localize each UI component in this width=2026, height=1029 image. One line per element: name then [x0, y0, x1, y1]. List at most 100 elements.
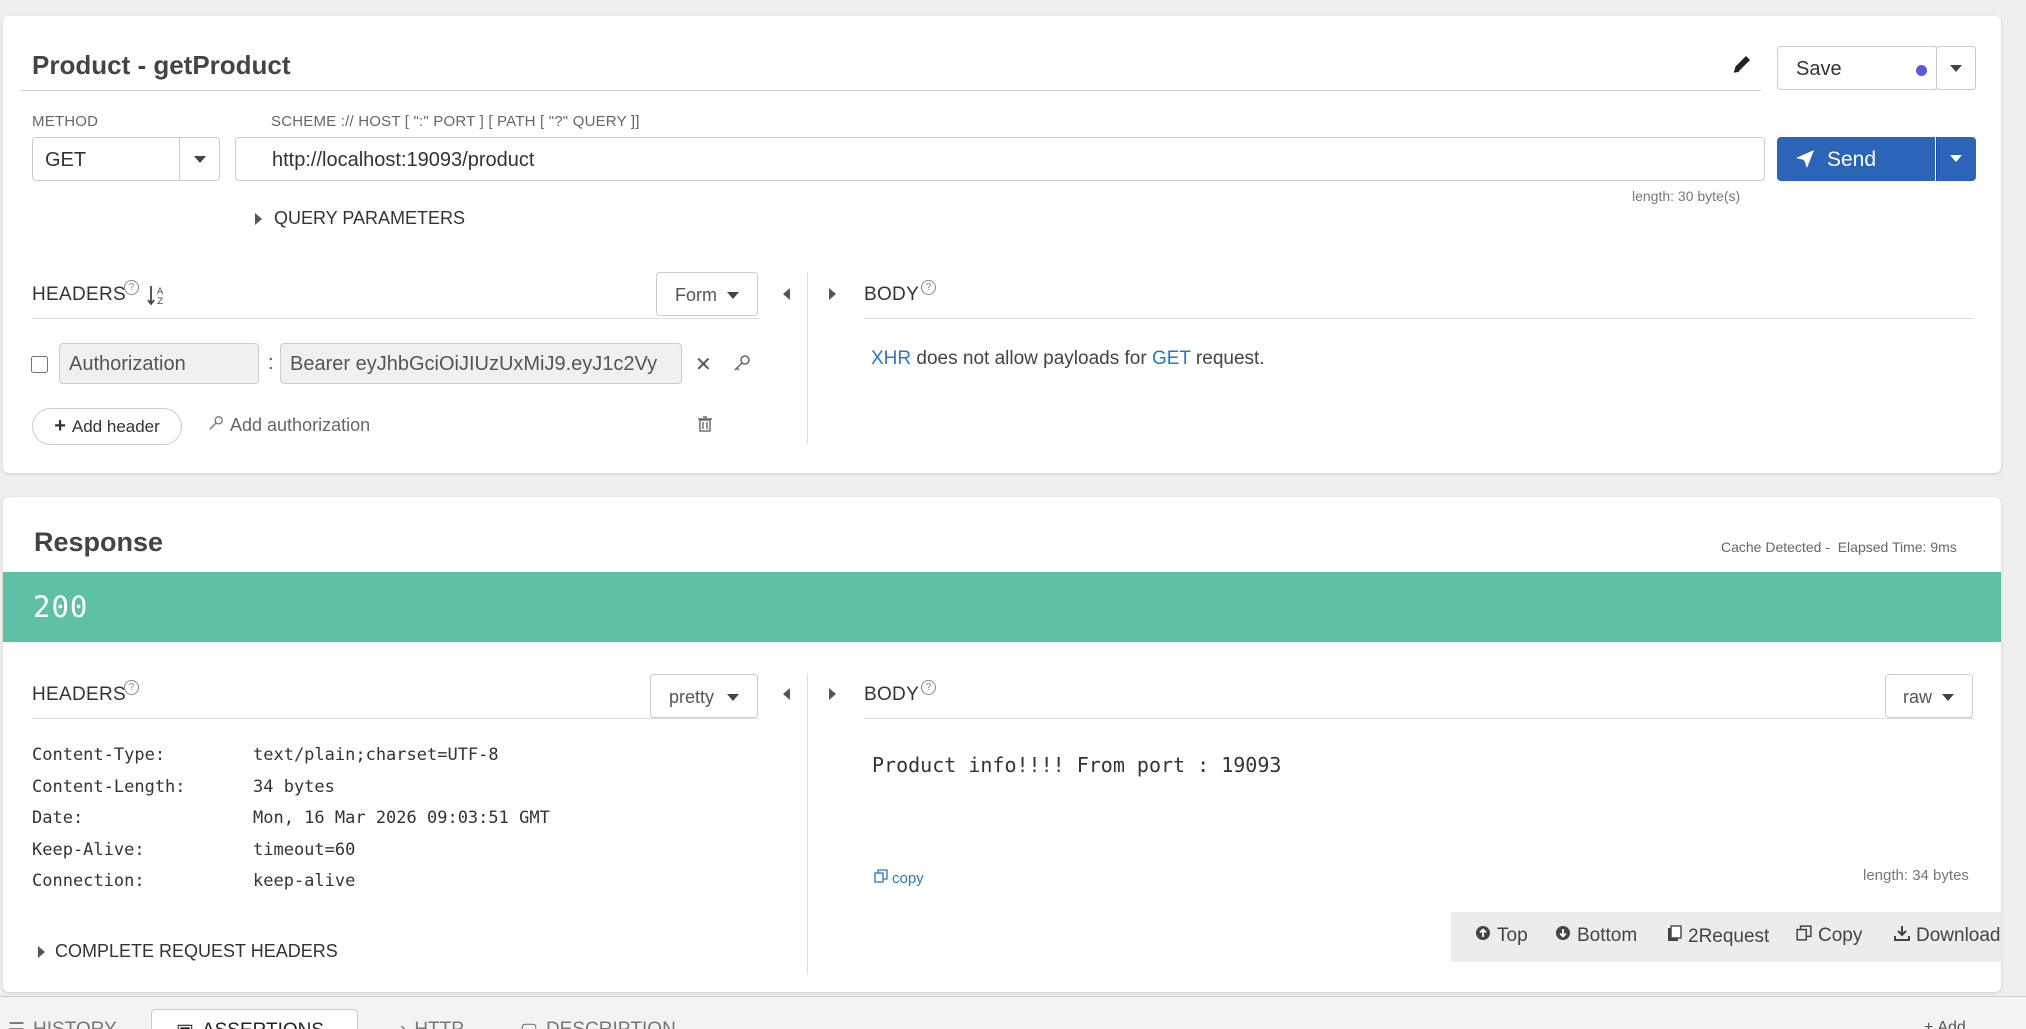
send-button[interactable]: Send [1777, 137, 1935, 181]
response-body-underline [864, 718, 1974, 719]
svg-text:A: A [157, 287, 164, 297]
response-header-row: Content-Type: text/plain;charset=UTF-8 [32, 745, 499, 765]
copy-icon [874, 869, 888, 887]
copy-label: copy [892, 869, 924, 887]
sort-az-icon[interactable]: AZ [147, 284, 167, 311]
body-message-mid: does not allow payloads for [911, 348, 1152, 369]
scroll-top-button[interactable]: Top [1475, 925, 1528, 947]
url-value: http://localhost:19093/product [272, 149, 535, 171]
response-header-value: 34 bytes [253, 777, 335, 797]
response-toolbar: Top Bottom 2Request Copy Download [1451, 912, 2001, 962]
query-parameters-toggle[interactable]: QUERY PARAMETERS [255, 208, 465, 229]
copy-link[interactable]: copy [874, 869, 924, 887]
response-header-value: text/plain;charset=UTF-8 [253, 745, 499, 765]
copy-button[interactable]: Copy [1796, 925, 1862, 947]
response-headers-label: HEADERS [32, 684, 126, 705]
add-header-button[interactable]: + Add header [32, 408, 182, 445]
chevron-down-icon [727, 694, 739, 701]
pencil-icon[interactable] [1731, 53, 1753, 80]
top-label: Top [1497, 925, 1528, 946]
response-header-row: Connection: keep-alive [32, 871, 355, 891]
method-value: GET [45, 149, 87, 171]
url-length: length: 30 byte(s) [1632, 188, 1741, 204]
expand-right-icon[interactable] [829, 688, 836, 700]
response-header-name: Content-Length: [32, 777, 186, 797]
response-body-length: length: 34 bytes [1863, 867, 1969, 884]
save-dropdown-button[interactable] [1936, 46, 1976, 90]
response-header-value: keep-alive [253, 871, 356, 891]
body-underline [864, 318, 1974, 319]
get-link[interactable]: GET [1152, 348, 1191, 369]
help-icon[interactable]: ? [921, 680, 936, 695]
send-dropdown-button[interactable] [1936, 137, 1976, 181]
response-body-text[interactable]: Product info!!!! From port : 19093 [872, 753, 1281, 777]
collapse-left-icon[interactable] [783, 288, 790, 300]
response-panel-divider [807, 674, 808, 974]
plus-icon: + [54, 415, 66, 437]
response-header-value: timeout=60 [253, 840, 356, 860]
headers-mode-value: Form [675, 285, 717, 305]
scroll-bottom-button[interactable]: Bottom [1555, 925, 1637, 947]
xhr-link[interactable]: XHR [871, 348, 911, 369]
response-header-row: Content-Length: 34 bytes [32, 777, 335, 797]
query-parameters-label: QUERY PARAMETERS [274, 208, 466, 228]
response-headers-mode-select[interactable]: pretty [650, 674, 758, 718]
to-request-button[interactable]: 2Request [1667, 925, 1769, 948]
headers-mode-select[interactable]: Form [656, 272, 758, 316]
status-bar: 200 [3, 572, 2001, 642]
body-message: XHR does not allow payloads for GET requ… [871, 348, 1265, 370]
key-icon[interactable] [733, 354, 751, 377]
response-header-value: Mon, 16 Mar 2026 09:03:51 GMT [253, 808, 550, 828]
bottom-tab-bar: ☰ HISTORY ▣ ASSERTIONS › HTTP ▢ DESCRIPT… [0, 996, 2026, 1029]
header-name-input[interactable]: Authorization [59, 343, 259, 384]
remove-header-icon[interactable]: ✕ [695, 352, 712, 377]
request-headers-label: HEADERS [32, 284, 126, 305]
add-header-label: Add header [71, 416, 160, 436]
save-label: Save [1796, 58, 1842, 80]
svg-text:Z: Z [157, 297, 163, 306]
request-panel: Product - getProduct Save METHOD GET SCH… [3, 16, 2001, 473]
response-body-mode-select[interactable]: raw [1885, 674, 1973, 718]
response-headers-underline [32, 718, 759, 719]
header-enabled-checkbox[interactable] [31, 356, 48, 373]
send-icon [1795, 149, 1815, 174]
headers-underline [32, 318, 759, 319]
method-select[interactable]: GET [32, 137, 220, 181]
title-underline [21, 90, 1761, 91]
response-header-name: Connection: [32, 871, 145, 891]
help-icon[interactable]: ? [124, 680, 139, 695]
save-button[interactable]: Save [1777, 46, 1938, 90]
response-header-row: Date: Mon, 16 Mar 2026 09:03:51 GMT [32, 808, 550, 828]
chevron-down-icon [194, 156, 206, 163]
method-divider [179, 138, 180, 180]
response-body-label: BODY [864, 684, 920, 705]
response-header-row: Keep-Alive: timeout=60 [32, 840, 355, 860]
chevron-down-icon [1950, 65, 1962, 72]
download-button[interactable]: Download [1894, 925, 2001, 947]
response-title: Response [34, 527, 164, 557]
collapse-left-icon[interactable] [783, 688, 790, 700]
caret-right-icon [38, 945, 45, 958]
chevron-down-icon [1950, 155, 1962, 162]
expand-right-icon[interactable] [829, 288, 836, 300]
add-authorization-link[interactable]: Add authorization [208, 415, 370, 436]
help-icon[interactable]: ? [921, 280, 936, 295]
request-title[interactable]: Product - getProduct [32, 50, 291, 81]
response-header-name: Keep-Alive: [32, 840, 145, 860]
url-input[interactable]: http://localhost:19093/product [235, 137, 1765, 181]
help-icon[interactable]: ? [124, 280, 139, 295]
to-request-label: 2Request [1688, 925, 1770, 947]
tab-assertions[interactable]: ▣ ASSERTIONS [151, 1009, 358, 1029]
panel-divider [807, 272, 808, 444]
complete-request-headers-toggle[interactable]: COMPLETE REQUEST HEADERS [38, 941, 338, 962]
trash-icon[interactable] [698, 416, 712, 437]
copy-icon [1796, 925, 1812, 947]
header-value-input[interactable]: Bearer eyJhbGciOiJIUzUxMiJ9.eyJ1c2Vy [280, 343, 682, 384]
add-authorization-label: Add authorization [230, 415, 371, 435]
key-icon [208, 415, 224, 436]
response-headers-mode-value: pretty [669, 687, 715, 707]
complete-request-headers-label: COMPLETE REQUEST HEADERS [55, 941, 338, 961]
method-label: METHOD [32, 113, 99, 130]
response-body-mode-value: raw [1903, 687, 1933, 707]
bottom-label: Bottom [1577, 925, 1638, 946]
